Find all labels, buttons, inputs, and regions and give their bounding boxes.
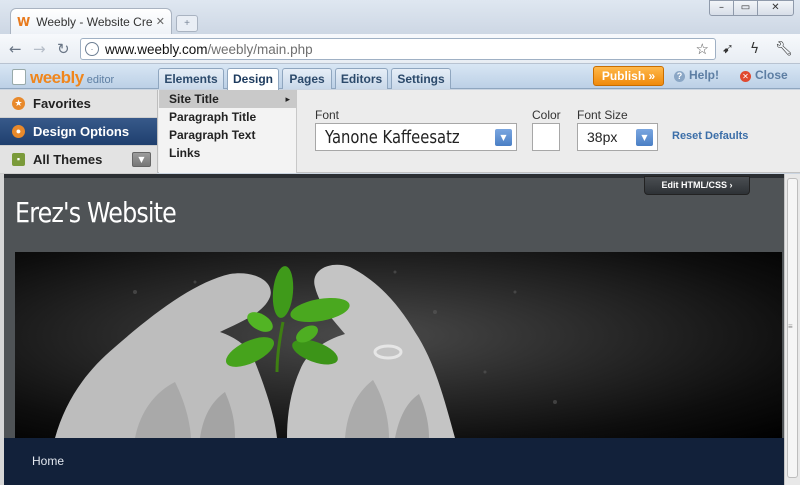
address-bar[interactable]: · www.weebly.com/weebly/main.php ☆ xyxy=(80,38,716,60)
reload-icon[interactable]: ↻ xyxy=(57,40,70,58)
nav-favorites-label: Favorites xyxy=(33,96,91,111)
site-canvas: Edit HTML/CSS › Erez's Website Home ≡ xyxy=(0,174,800,485)
pin-icon[interactable]: ➹ xyxy=(722,41,734,57)
font-select[interactable]: Yanone Kaffeesatz ▼ xyxy=(315,123,517,151)
maximize-icon[interactable]: ▭ xyxy=(733,0,758,16)
tab-close-icon[interactable]: ✕ xyxy=(156,15,165,28)
close-editor-button[interactable]: ✕ Close xyxy=(740,68,788,82)
scrollbar-grip-icon: ≡ xyxy=(788,322,793,331)
publish-button[interactable]: Publish » xyxy=(593,66,664,86)
nav-design-options-label: Design Options xyxy=(33,124,130,139)
font-label: Font xyxy=(315,108,340,122)
hands-seedling-image xyxy=(55,264,557,438)
nav-all-themes[interactable]: ▪ All Themes ▼ xyxy=(0,146,157,174)
sub-item-paragraph-text[interactable]: Paragraph Text xyxy=(159,126,296,144)
editor-toolbar: weebly editor Elements Design Pages Edit… xyxy=(0,64,800,90)
help-icon: ? xyxy=(674,71,685,82)
chevron-down-icon: ▼ xyxy=(636,128,653,146)
themes-icon: ▪ xyxy=(12,153,25,166)
site-title[interactable]: Erez's Website xyxy=(15,196,177,229)
wrench-icon[interactable]: 🔧︎ xyxy=(775,41,793,57)
weebly-logo: weebly editor xyxy=(12,67,114,88)
browser-navbar: ← → ↻ · www.weebly.com/weebly/main.php ☆… xyxy=(0,34,800,64)
browser-titlebar: W Weebly - Website Creation ✕ + – ▭ ✕ xyxy=(0,0,800,34)
window-controls: – ▭ ✕ xyxy=(709,0,794,16)
weebly-favicon-icon: W xyxy=(17,14,31,29)
url-path: /weebly/main.php xyxy=(207,41,313,57)
sub-item-site-title[interactable]: Site Title ▸ xyxy=(159,90,296,108)
edit-html-css-button[interactable]: Edit HTML/CSS › xyxy=(644,176,750,195)
sub-item-paragraph-title[interactable]: Paragraph Title xyxy=(159,108,296,126)
new-tab-button[interactable]: + xyxy=(176,15,198,32)
font-size-label: Font Size xyxy=(577,108,628,122)
window-close-icon[interactable]: ✕ xyxy=(757,0,794,16)
tab-pages[interactable]: Pages xyxy=(282,68,332,89)
star-icon[interactable]: ☆ xyxy=(696,40,709,58)
site-preview: Edit HTML/CSS › Erez's Website Home xyxy=(4,174,784,485)
font-select-value: Yanone Kaffeesatz xyxy=(325,126,460,148)
lightning-icon[interactable]: ϟ xyxy=(750,41,759,57)
color-label: Color xyxy=(532,108,561,122)
sub-item-label: Site Title xyxy=(169,92,219,106)
help-label: Help! xyxy=(689,68,719,82)
sub-item-links[interactable]: Links xyxy=(159,144,296,162)
design-panel: ★ Favorites ● Design Options ▪ All Theme… xyxy=(0,90,800,174)
sub-item-label: Paragraph Text xyxy=(169,128,256,142)
vertical-scrollbar[interactable]: ≡ xyxy=(784,174,800,485)
palette-icon: ● xyxy=(12,125,25,138)
tab-title: Weebly - Website Creation xyxy=(36,14,152,29)
logo-subtext: editor xyxy=(86,74,115,86)
close-label: Close xyxy=(755,68,788,82)
favorites-star-icon: ★ xyxy=(12,97,25,110)
nav-design-options[interactable]: ● Design Options xyxy=(0,118,157,146)
help-button[interactable]: ? Help! xyxy=(674,68,719,82)
nav-favorites[interactable]: ★ Favorites xyxy=(0,90,157,118)
url-host: www.weebly.com xyxy=(105,41,208,57)
tab-settings[interactable]: Settings xyxy=(391,68,451,89)
nav-all-themes-label: All Themes xyxy=(33,152,103,167)
close-icon: ✕ xyxy=(740,71,751,82)
site-nav-home-link[interactable]: Home xyxy=(32,454,64,468)
color-swatch[interactable] xyxy=(532,123,560,151)
chevron-right-icon: ▸ xyxy=(285,94,290,104)
themes-dropdown-icon[interactable]: ▼ xyxy=(132,152,151,167)
design-sublist: Site Title ▸ Paragraph Title Paragraph T… xyxy=(159,90,297,173)
site-navigation: Home xyxy=(4,438,784,485)
design-left-nav: ★ Favorites ● Design Options ▪ All Theme… xyxy=(0,90,158,174)
tab-design[interactable]: Design xyxy=(227,68,279,90)
tab-elements[interactable]: Elements xyxy=(158,68,224,89)
reset-defaults-link[interactable]: Reset Defaults xyxy=(672,130,748,142)
font-size-select[interactable]: 38px ▼ xyxy=(577,123,658,151)
tab-editors[interactable]: Editors xyxy=(335,68,388,89)
sub-item-label: Links xyxy=(169,146,201,160)
back-arrow-icon[interactable]: ← xyxy=(9,40,22,58)
hero-image xyxy=(15,252,782,438)
chevron-down-icon: ▼ xyxy=(495,128,512,146)
logo-text: weebly xyxy=(30,68,84,87)
sub-item-label: Paragraph Title xyxy=(169,110,257,124)
logo-page-icon xyxy=(12,69,26,85)
minimize-icon[interactable]: – xyxy=(709,0,734,16)
browser-tab[interactable]: W Weebly - Website Creation ✕ xyxy=(10,8,172,34)
forward-arrow-icon[interactable]: → xyxy=(33,40,46,58)
globe-icon: · xyxy=(85,42,99,56)
font-size-value: 38px xyxy=(587,129,618,145)
